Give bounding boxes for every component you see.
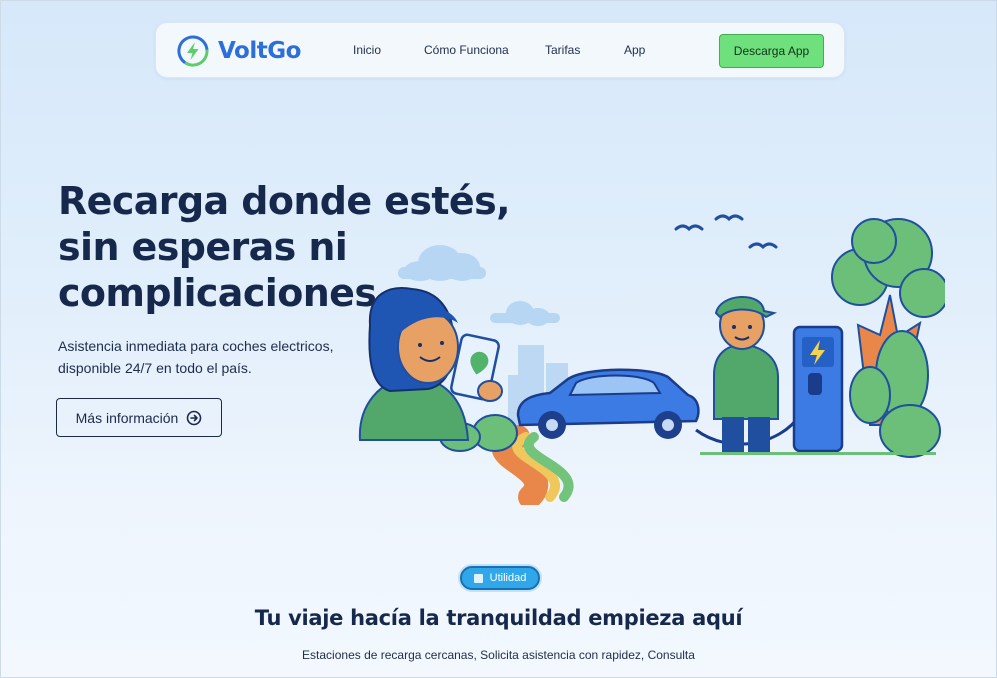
more-info-button[interactable]: Más información xyxy=(56,398,222,437)
birds-icon xyxy=(674,214,778,250)
section-subtitle: Estaciones de recarga cercanas, Solicita… xyxy=(302,648,695,662)
lightning-bolt-icon xyxy=(177,35,209,67)
cloud-icon xyxy=(490,301,560,326)
technician-man xyxy=(713,296,779,453)
section-title: Tu viaje hacía la tranquildad empieza aq… xyxy=(254,606,743,630)
nav-link-app[interactable]: App xyxy=(624,43,645,57)
hero-subtitle-line: disponible 24/7 en todo el país. xyxy=(58,360,252,376)
charging-station xyxy=(792,325,844,453)
top-navbar: VoltGo Inicio Cómo Funciona Tarifas App … xyxy=(155,22,845,78)
hero-subtitle: Asistencia inmediata para coches electri… xyxy=(58,335,358,379)
woman-with-phone xyxy=(358,287,503,441)
more-info-label: Más información xyxy=(75,409,179,426)
badge-label: Utilidad xyxy=(489,572,527,584)
badge-square-icon xyxy=(473,573,483,583)
download-app-button[interactable]: Descarga App xyxy=(719,34,824,68)
brand-name: VoltGo xyxy=(218,38,301,64)
brand-logo[interactable]: VoltGo xyxy=(176,34,301,68)
section-badge: Utilidad xyxy=(460,566,540,590)
nav-link-tarifas[interactable]: Tarifas xyxy=(545,43,580,57)
hero-illustration xyxy=(358,214,945,505)
hero-subtitle-line: Asistencia inmediata para coches electri… xyxy=(58,338,334,354)
electric-car xyxy=(516,368,700,439)
nav-link-como-funciona[interactable]: Cómo Funciona xyxy=(424,43,509,57)
arrow-right-circle-icon xyxy=(187,410,202,425)
rainbow-road xyxy=(491,425,574,505)
cloud-icon xyxy=(398,245,486,281)
nav-link-inicio[interactable]: Inicio xyxy=(353,43,381,57)
